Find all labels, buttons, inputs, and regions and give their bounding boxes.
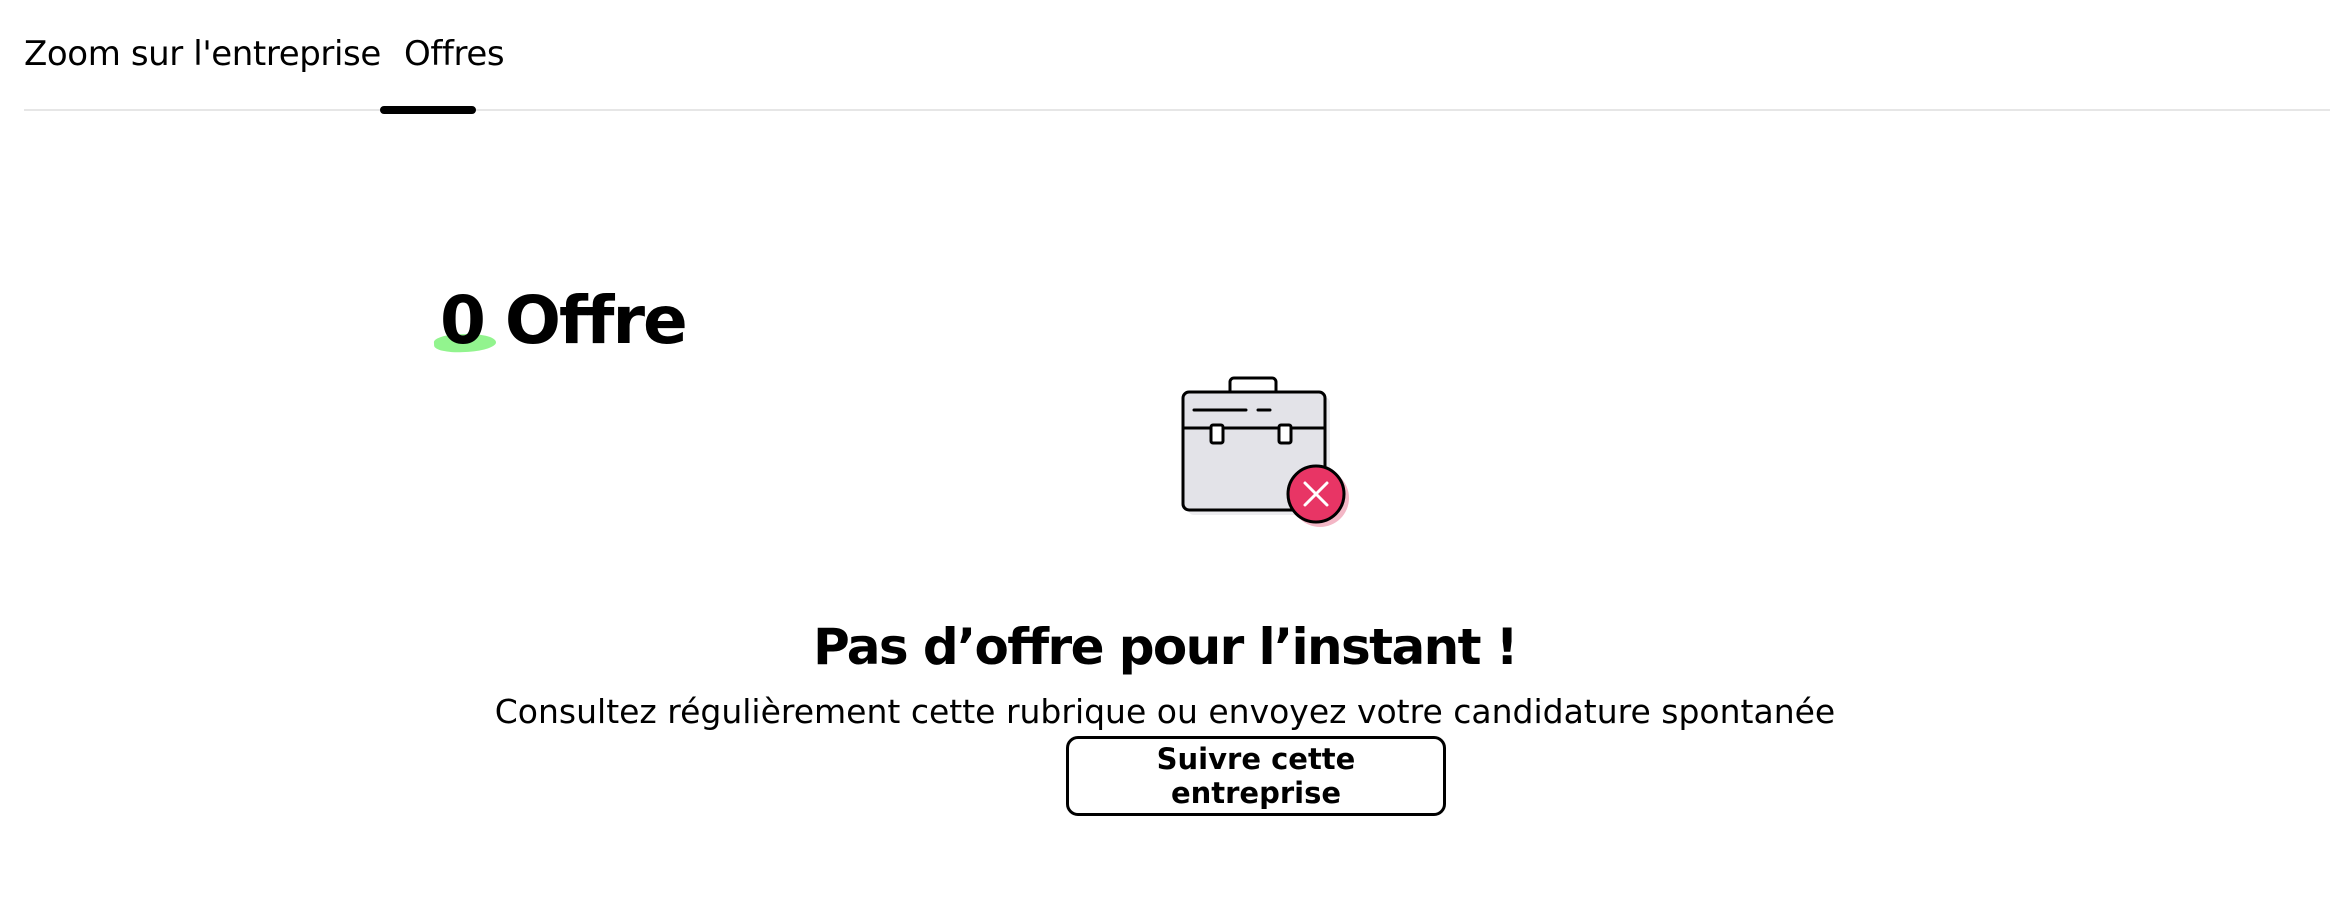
offer-count-number: 0: [440, 282, 486, 360]
briefcase-cross-icon: [1178, 372, 1354, 530]
tab-zoom-entreprise[interactable]: Zoom sur l'entreprise: [24, 30, 381, 78]
empty-state-message: Consultez régulièrement cette rubrique o…: [494, 692, 1836, 731]
offer-count: 0: [433, 276, 497, 366]
offer-count-heading: 0 Offre: [433, 276, 688, 366]
follow-company-button[interactable]: Suivre cette entreprise: [1066, 736, 1446, 816]
company-tabs: Zoom sur l'entreprise Offres: [24, 0, 2330, 111]
offer-count-label: Offre: [504, 282, 688, 360]
company-offers-page: Zoom sur l'entreprise Offres 0 Offre Pas…: [0, 0, 2330, 922]
empty-state-title: Pas d’offre pour l’instant !: [813, 617, 1518, 676]
active-tab-indicator: [380, 106, 476, 114]
tab-offres[interactable]: Offres: [404, 30, 505, 78]
